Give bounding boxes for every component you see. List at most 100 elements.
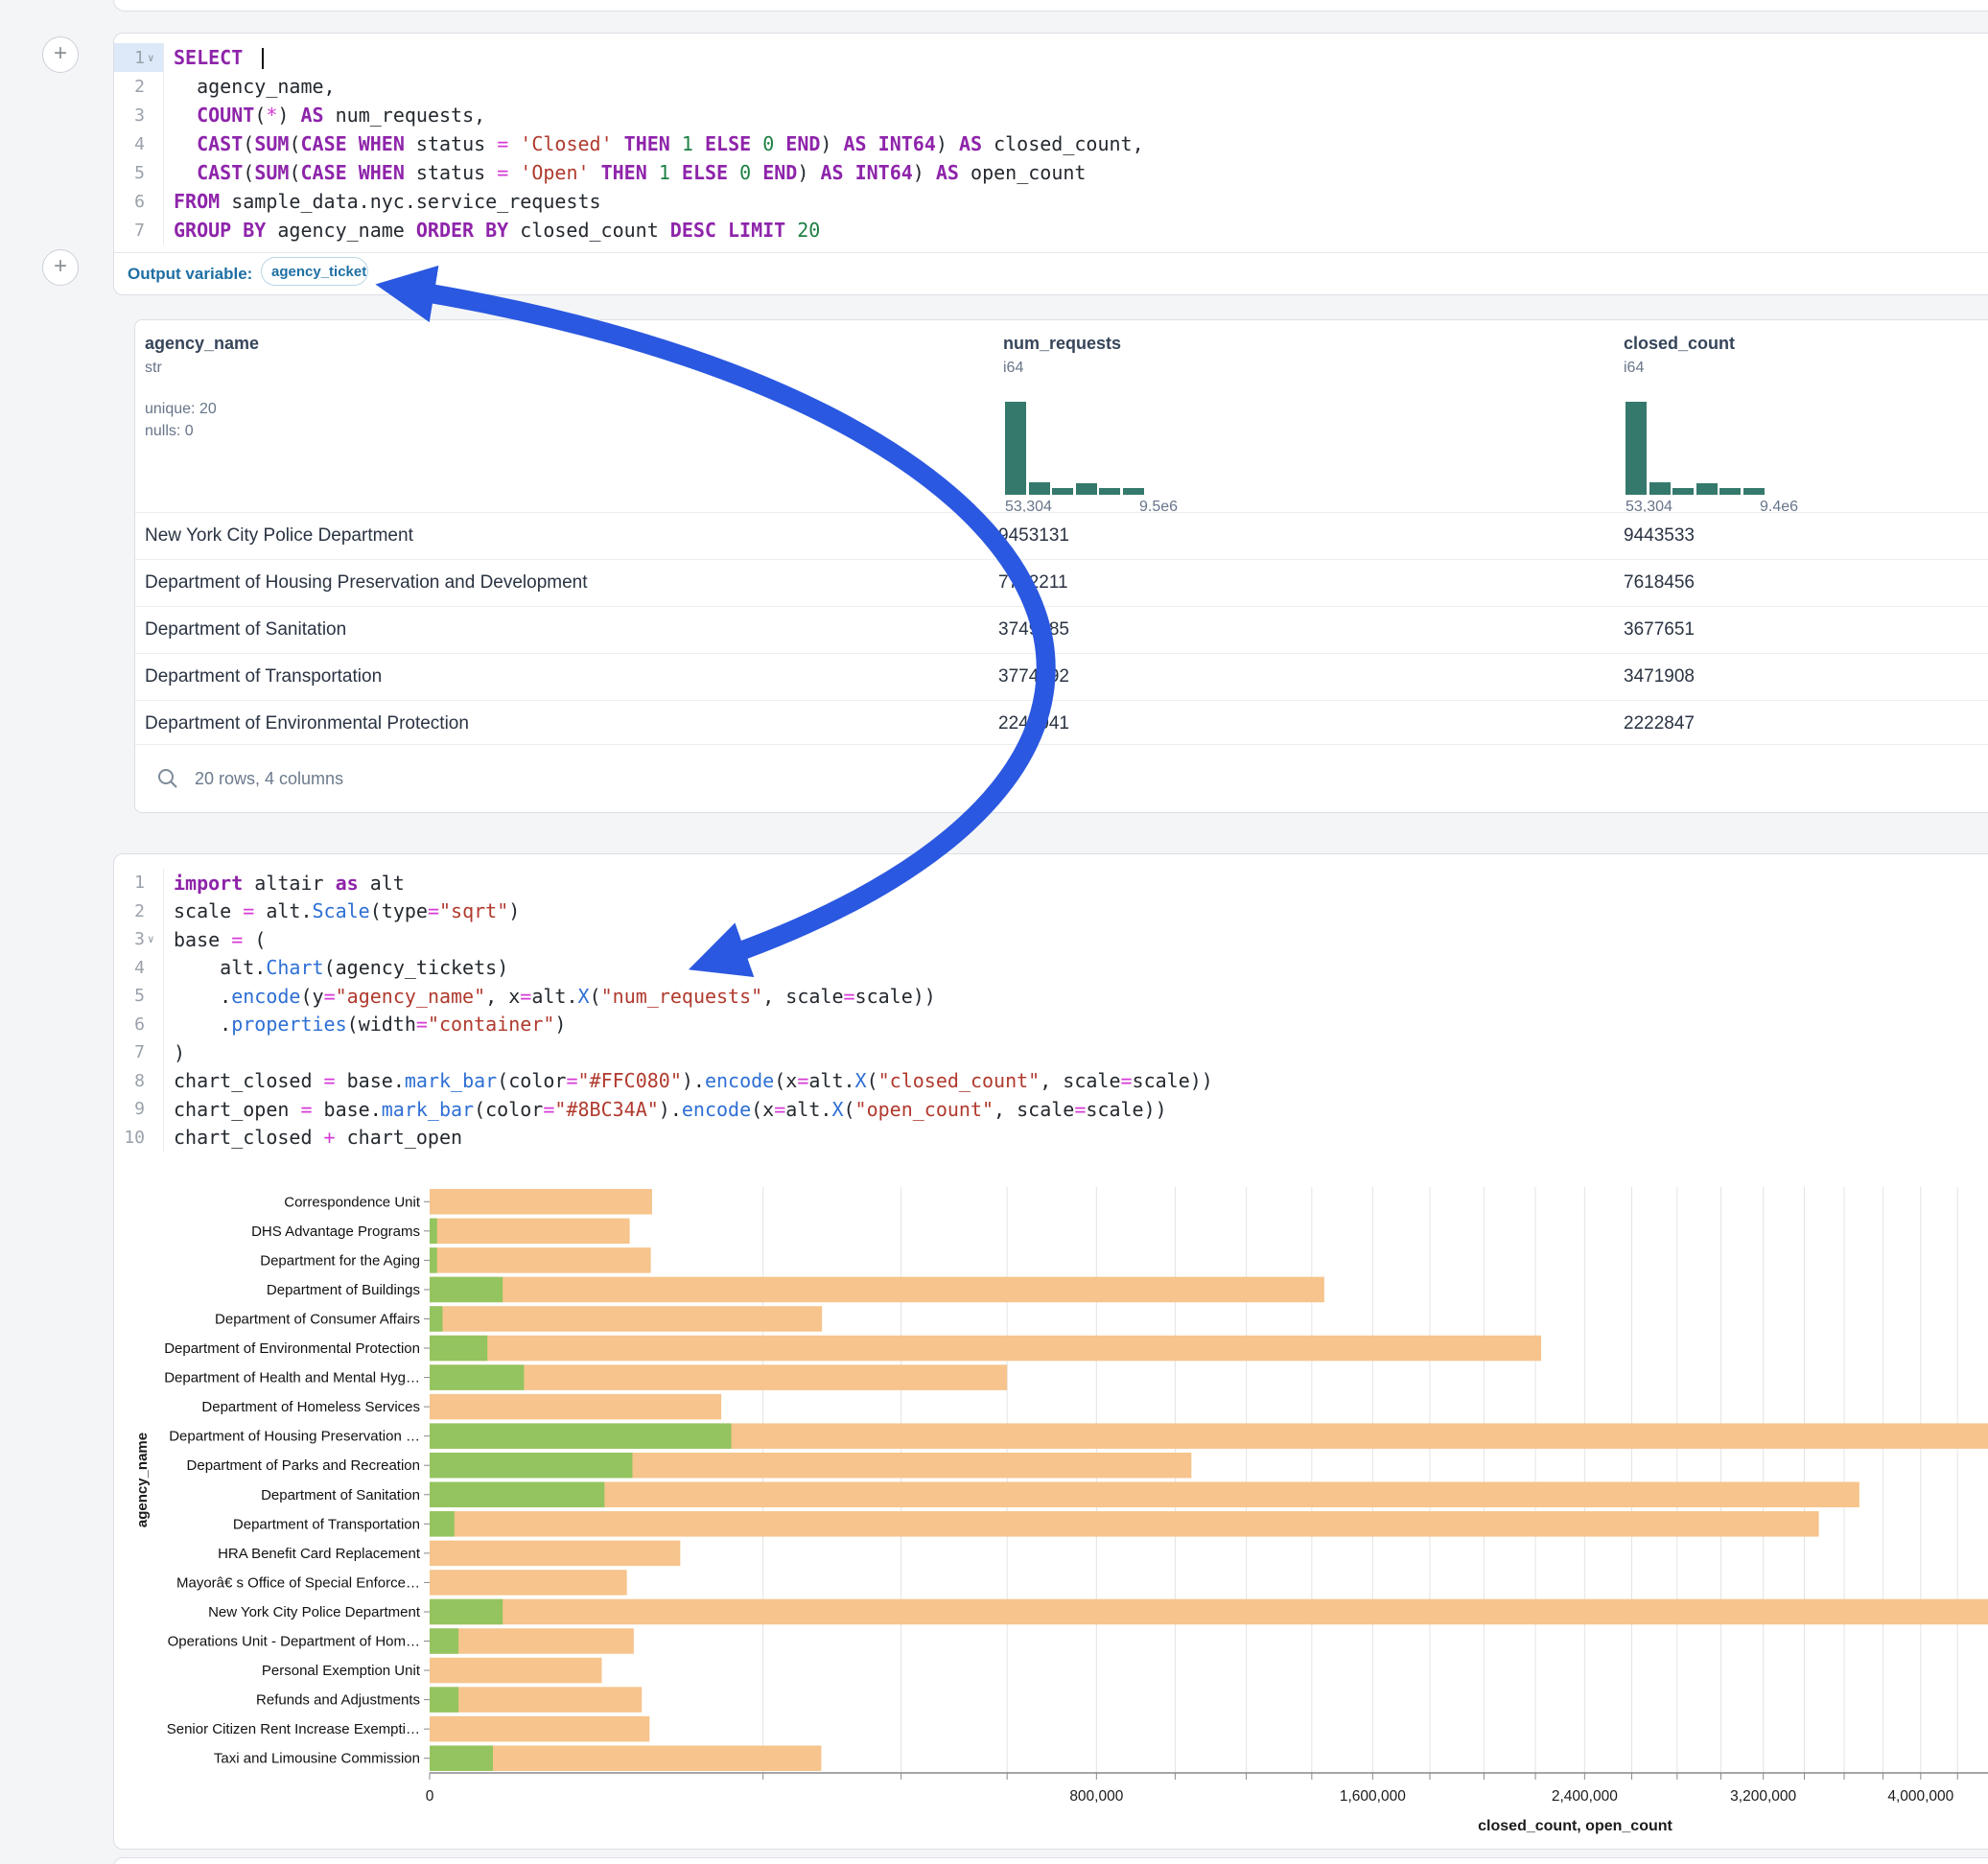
bar-closed-count bbox=[430, 1219, 630, 1245]
y-axis-label: Operations Unit - Department of Hom… bbox=[168, 1634, 420, 1650]
bar-open-count bbox=[430, 1247, 437, 1273]
histogram-bar bbox=[1029, 482, 1050, 495]
y-axis-label: Department of Environmental Protection bbox=[164, 1340, 420, 1357]
x-axis-title: closed_count, open_count bbox=[1478, 1818, 1672, 1834]
code-line[interactable]: 5 CAST(SUM(CASE WHEN status = 'Open' THE… bbox=[114, 158, 1988, 187]
line-number: 10 bbox=[114, 1124, 164, 1153]
table-cell: 7782211 bbox=[998, 572, 1624, 594]
output-variable-input[interactable]: agency_tickets bbox=[261, 257, 368, 286]
histogram-num-requests: 53,304 9.5e6 bbox=[1005, 402, 1187, 495]
code-line[interactable]: 2scale = alt.Scale(type="sqrt") bbox=[114, 897, 1988, 926]
code-text: COUNT(*) AS num_requests, bbox=[164, 104, 485, 127]
x-axis-label: 2,400,000 bbox=[1552, 1788, 1618, 1805]
line-number: 3 bbox=[114, 101, 164, 129]
bar-closed-count bbox=[430, 1247, 651, 1273]
add-cell-button-top[interactable]: + bbox=[42, 36, 79, 73]
notebook-canvas: { "colors":{"accent_blue":"#1e6fa3","arr… bbox=[0, 0, 1988, 1864]
bar-open-count bbox=[430, 1511, 455, 1537]
line-number: 6 bbox=[114, 1011, 164, 1039]
python-cell[interactable]: 1import altair as alt2scale = alt.Scale(… bbox=[113, 853, 1988, 1850]
line-number: 2 bbox=[114, 72, 164, 101]
table-row: Department of Environmental Protection22… bbox=[135, 700, 1988, 747]
next-cell-edge bbox=[113, 1857, 1988, 1864]
code-line[interactable]: 6FROM sample_data.nyc.service_requests bbox=[114, 187, 1988, 216]
code-text: GROUP BY agency_name ORDER BY closed_cou… bbox=[164, 219, 820, 242]
code-line[interactable]: 4 alt.Chart(agency_tickets) bbox=[114, 954, 1988, 983]
y-axis-label: Department of Housing Preservation … bbox=[169, 1429, 420, 1445]
sql-code-editor[interactable]: 1∨SELECT 2 agency_name,3 COUNT(*) AS num… bbox=[114, 43, 1988, 245]
x-axis-label: 1,600,000 bbox=[1340, 1788, 1406, 1805]
code-line[interactable]: 7GROUP BY agency_name ORDER BY closed_co… bbox=[114, 216, 1988, 245]
code-text: .properties(width="container") bbox=[164, 1013, 566, 1036]
code-line[interactable]: 5 .encode(y="agency_name", x=alt.X("num_… bbox=[114, 982, 1988, 1011]
column-header-agency-name[interactable]: agency_name str unique: 20 nulls: 0 bbox=[145, 334, 259, 442]
code-line[interactable]: 7) bbox=[114, 1038, 1988, 1067]
line-number: 5 bbox=[114, 158, 164, 187]
table-row: New York City Police Department945313194… bbox=[135, 512, 1988, 559]
bar-open-count bbox=[430, 1306, 442, 1332]
code-text: CAST(SUM(CASE WHEN status = 'Open' THEN … bbox=[164, 161, 1086, 184]
sql-cell[interactable]: 1∨SELECT 2 agency_name,3 COUNT(*) AS num… bbox=[113, 33, 1988, 295]
table-cell: 3774892 bbox=[998, 666, 1624, 687]
code-text: SELECT bbox=[164, 46, 264, 70]
histogram-bar bbox=[1005, 402, 1026, 495]
table-cell: Department of Housing Preservation and D… bbox=[145, 572, 998, 594]
table-cell: 9453131 bbox=[998, 525, 1624, 547]
table-cell: 3471908 bbox=[1624, 666, 1988, 687]
y-axis-label: Personal Exemption Unit bbox=[262, 1663, 421, 1679]
y-axis-label: Department of Buildings bbox=[267, 1282, 420, 1298]
code-line[interactable]: 1import altair as alt bbox=[114, 869, 1988, 897]
search-icon[interactable] bbox=[156, 767, 179, 790]
collapse-chevron-icon[interactable]: ∨ bbox=[148, 933, 157, 945]
table-cell: 2240041 bbox=[998, 713, 1624, 734]
code-text: CAST(SUM(CASE WHEN status = 'Closed' THE… bbox=[164, 132, 1144, 155]
column-header-closed-count[interactable]: closed_count i64 bbox=[1624, 334, 1735, 377]
bar-closed-count bbox=[430, 1482, 1859, 1508]
previous-cell-edge bbox=[113, 0, 1988, 12]
code-line[interactable]: 1∨SELECT bbox=[114, 43, 1988, 72]
code-text: import altair as alt bbox=[164, 872, 405, 895]
table-row: Department of Transportation377489234719… bbox=[135, 653, 1988, 700]
column-header-num-requests[interactable]: num_requests i64 bbox=[1003, 334, 1121, 377]
histogram-bar bbox=[1649, 482, 1671, 495]
histogram-bar bbox=[1696, 483, 1718, 495]
bar-closed-count bbox=[430, 1599, 1988, 1625]
dataframe-preview: agency_name str unique: 20 nulls: 0 num_… bbox=[134, 319, 1988, 813]
code-line[interactable]: 6 .properties(width="container") bbox=[114, 1011, 1988, 1039]
bar-open-count bbox=[430, 1599, 503, 1625]
y-axis-label: Taxi and Limousine Commission bbox=[214, 1751, 420, 1767]
code-text: FROM sample_data.nyc.service_requests bbox=[164, 190, 601, 213]
table-cell: Department of Environmental Protection bbox=[145, 713, 998, 734]
text-cursor bbox=[262, 48, 264, 69]
sql-cell-divider bbox=[114, 252, 1988, 253]
bar-open-count bbox=[430, 1277, 503, 1303]
code-line[interactable]: 3∨base = ( bbox=[114, 925, 1988, 954]
table-cell: 7618456 bbox=[1624, 572, 1988, 594]
line-number: 7 bbox=[114, 216, 164, 245]
bar-open-count bbox=[430, 1336, 487, 1362]
table-footer: 20 rows, 4 columns bbox=[135, 744, 1988, 812]
histogram-bar bbox=[1672, 488, 1694, 495]
code-text: alt.Chart(agency_tickets) bbox=[164, 956, 508, 979]
code-line[interactable]: 4 CAST(SUM(CASE WHEN status = 'Closed' T… bbox=[114, 129, 1988, 158]
line-number: 2 bbox=[114, 897, 164, 926]
histogram-bar bbox=[1743, 488, 1765, 495]
python-code-editor[interactable]: 1import altair as alt2scale = alt.Scale(… bbox=[114, 869, 1988, 1152]
add-cell-button-middle[interactable]: + bbox=[42, 249, 79, 286]
code-line[interactable]: 9chart_open = base.mark_bar(color="#8BC3… bbox=[114, 1095, 1988, 1124]
code-line[interactable]: 3 COUNT(*) AS num_requests, bbox=[114, 101, 1988, 129]
line-number: 6 bbox=[114, 187, 164, 216]
y-axis-label: Department for the Aging bbox=[260, 1252, 420, 1269]
code-line[interactable]: 8chart_closed = base.mark_bar(color="#FF… bbox=[114, 1067, 1988, 1096]
collapse-chevron-icon[interactable]: ∨ bbox=[148, 52, 157, 64]
code-text: chart_open = base.mark_bar(color="#8BC34… bbox=[164, 1098, 1167, 1121]
bar-open-count bbox=[430, 1745, 493, 1771]
bar-open-count bbox=[430, 1628, 458, 1654]
y-axis-label: Refunds and Adjustments bbox=[256, 1692, 420, 1709]
table-cell: 3677651 bbox=[1624, 619, 1988, 641]
code-line[interactable]: 10chart_closed + chart_open bbox=[114, 1124, 1988, 1153]
table-cell: New York City Police Department bbox=[145, 525, 998, 547]
x-axis-label: 800,000 bbox=[1069, 1788, 1123, 1805]
bar-closed-count bbox=[430, 1189, 652, 1215]
code-line[interactable]: 2 agency_name, bbox=[114, 72, 1988, 101]
